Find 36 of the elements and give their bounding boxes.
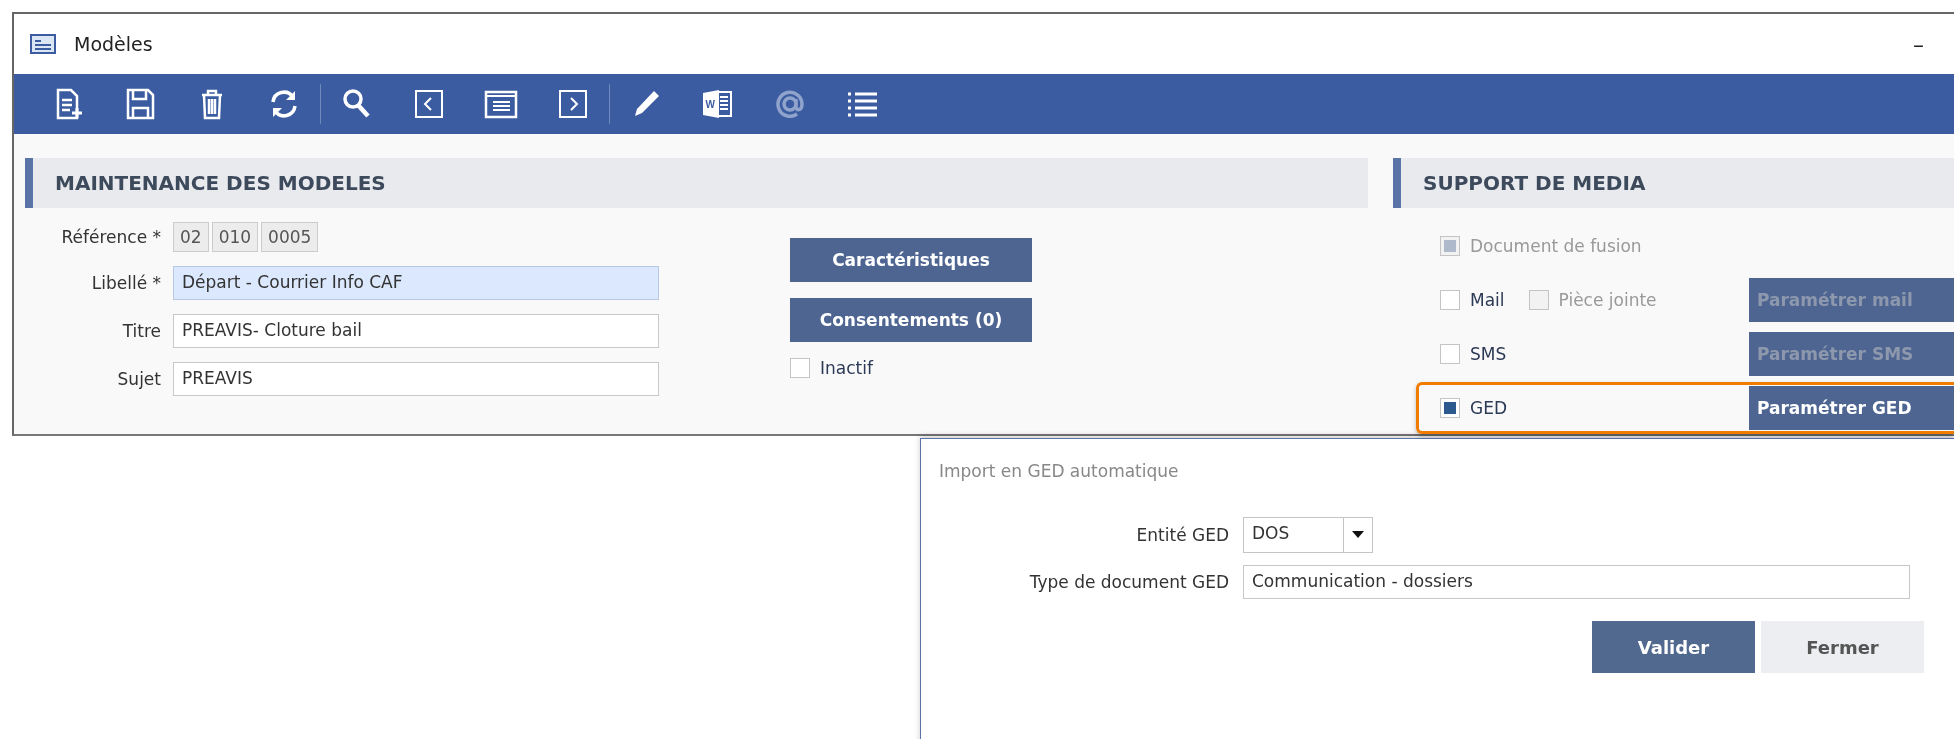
field-label: Sujet bbox=[116, 369, 161, 389]
settings-button[interactable]: Paramétrer GED bbox=[1749, 386, 1954, 430]
dropdown[interactable]: DOS bbox=[1243, 517, 1373, 553]
reference-field[interactable]: 02 bbox=[173, 222, 209, 252]
minimize-button[interactable]: – bbox=[1913, 31, 1954, 57]
checkbox-label: Pièce jointe bbox=[1558, 290, 1657, 310]
section-header: SUPPORT DE MEDIA bbox=[1393, 158, 1954, 208]
checkbox[interactable] bbox=[1440, 344, 1460, 364]
field-label: Entité GED bbox=[1135, 525, 1229, 545]
input-field[interactable]: Départ - Courrier Info CAF bbox=[173, 266, 659, 300]
input-field[interactable]: PREAVIS bbox=[173, 362, 659, 396]
dialog-button[interactable]: Fermer bbox=[1761, 621, 1924, 673]
action-button[interactable]: Caractéristiques bbox=[790, 238, 1032, 282]
checkbox[interactable] bbox=[790, 358, 810, 378]
checkbox-label: GED bbox=[1470, 398, 1507, 418]
field-label: Type de document GED bbox=[1028, 572, 1229, 592]
checkbox-label: Inactif bbox=[820, 358, 873, 378]
input-field[interactable]: PREAVIS- Cloture bail bbox=[173, 314, 659, 348]
caret-icon bbox=[1352, 531, 1364, 539]
input-field[interactable]: Communication - dossiers bbox=[1243, 565, 1910, 599]
checkbox-label: SMS bbox=[1470, 344, 1507, 364]
checkbox[interactable] bbox=[1440, 398, 1460, 418]
checkbox-label: Document de fusion bbox=[1470, 236, 1642, 256]
field-label: Référence * bbox=[60, 227, 161, 247]
checkbox-label: Mail bbox=[1470, 290, 1505, 310]
checkbox[interactable] bbox=[1440, 290, 1460, 310]
reference-field[interactable]: 010 bbox=[211, 222, 259, 252]
dialog-button[interactable]: Valider bbox=[1592, 621, 1755, 673]
app-icon bbox=[30, 34, 56, 54]
reference-field[interactable]: 0005 bbox=[261, 222, 319, 252]
window-title: Modèles bbox=[74, 33, 154, 55]
section-header: MAINTENANCE DES MODELES bbox=[25, 158, 1368, 208]
field-label: Libellé * bbox=[90, 273, 161, 293]
field-label: Titre bbox=[121, 321, 161, 341]
dialog-title: Import en GED automatique bbox=[939, 461, 1180, 481]
action-button[interactable]: Consentements (0) bbox=[790, 298, 1032, 342]
